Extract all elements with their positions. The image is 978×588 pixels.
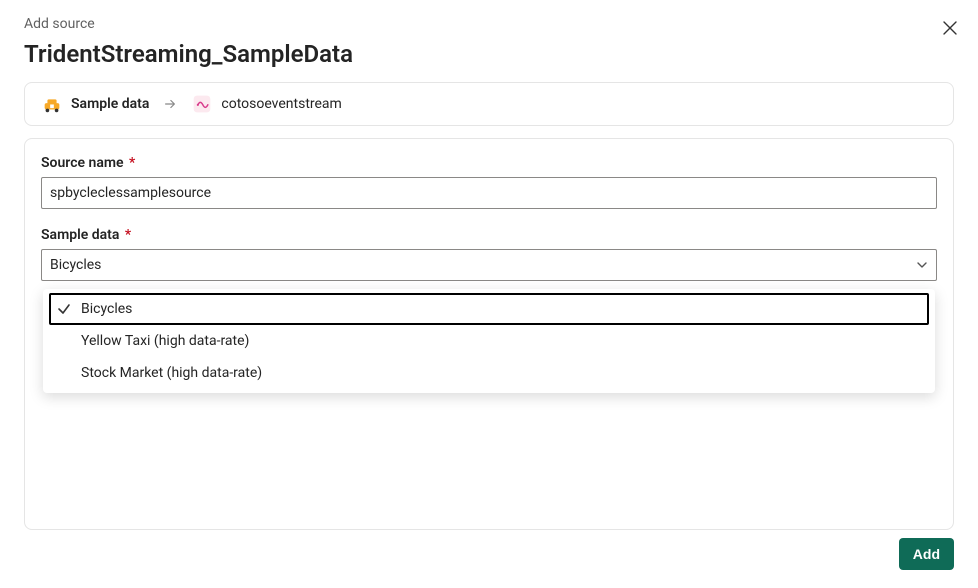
form-card: Source name * Sample data * Bicycles Bic…	[24, 138, 954, 530]
sample-data-icon	[41, 93, 63, 115]
dropdown-option-stock-market[interactable]: Stock Market (high data-rate)	[43, 357, 935, 389]
required-asterisk: *	[129, 155, 135, 171]
add-source-panel: Add source TridentStreaming_SampleData S…	[0, 0, 978, 588]
panel-subtitle: Add source	[24, 16, 954, 32]
sample-data-select[interactable]: Bicycles	[41, 249, 937, 281]
close-icon	[942, 20, 958, 36]
check-icon	[57, 302, 81, 316]
breadcrumb-destination: cotosoeventstream	[191, 93, 341, 115]
breadcrumb-source-label: Sample data	[71, 96, 149, 112]
add-button[interactable]: Add	[899, 538, 954, 570]
source-name-label: Source name *	[41, 155, 937, 171]
eventstream-icon	[191, 93, 213, 115]
footer: Add	[899, 538, 954, 570]
panel-title: TridentStreaming_SampleData	[24, 40, 954, 68]
arrow-right-icon	[163, 97, 177, 111]
dropdown-option-bicycles[interactable]: Bicycles	[49, 293, 929, 325]
close-button[interactable]	[942, 20, 960, 38]
breadcrumb: Sample data cotosoeventstream	[24, 82, 954, 126]
required-asterisk: *	[125, 227, 131, 243]
breadcrumb-destination-label: cotosoeventstream	[221, 96, 341, 112]
sample-data-label: Sample data *	[41, 227, 937, 243]
dropdown-option-yellow-taxi[interactable]: Yellow Taxi (high data-rate)	[43, 325, 935, 357]
source-name-input[interactable]	[41, 177, 937, 209]
chevron-down-icon	[916, 259, 928, 271]
sample-data-selected-value: Bicycles	[50, 257, 101, 273]
breadcrumb-source: Sample data	[41, 93, 149, 115]
sample-data-dropdown: Bicycles Yellow Taxi (high data-rate) St…	[43, 289, 935, 393]
